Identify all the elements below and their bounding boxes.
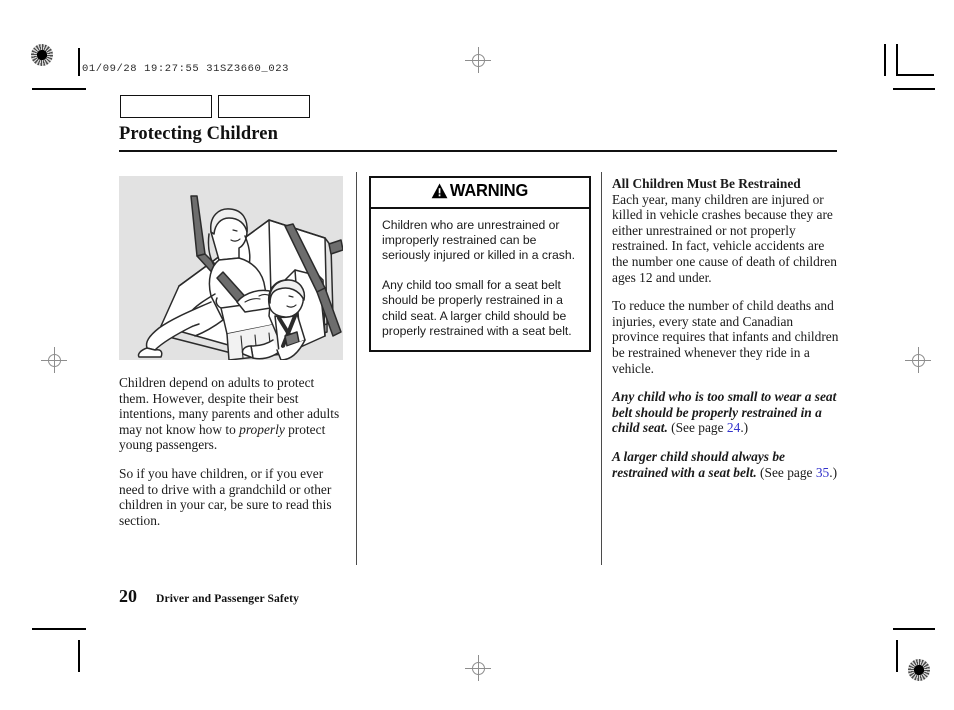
page-reference-1-see-suffix: .) [740,420,749,436]
section-tab-row [120,95,310,118]
right-column: All Children Must Be Restrained Each yea… [612,176,840,493]
column-divider-left [356,172,358,565]
footer-page-number: 20 [119,586,137,606]
left-paragraph-2: So if you have children, or if you ever … [119,465,332,528]
section-tab-2[interactable] [218,95,310,118]
page-reference-1: Any child who is too small to wear a sea… [612,389,840,436]
right-paragraph-2: To reduce the number of child deaths and… [612,298,839,376]
warning-triangle-icon [432,183,448,198]
warning-paragraph-2: Any child too small for a seat belt shou… [382,277,572,338]
manual-page: Protecting Children Children depend on a… [0,0,954,710]
page-reference-2: A larger child should always be restrain… [612,449,840,480]
warning-header-inner: WARNING [432,180,529,201]
warning-box-body: Children who are unrestrained or imprope… [371,209,589,351]
page-reference-2-see-suffix: .) [829,464,838,480]
page-footer: 20 Driver and Passenger Safety [119,586,299,607]
section-tab-1[interactable] [120,95,212,118]
right-column-heading: All Children Must Be Restrained [612,176,801,191]
left-paragraph-1-emphasis: properly [239,421,285,437]
warning-paragraph-1: Children who are unrestrained or imprope… [382,217,576,263]
column-divider-right [601,172,603,565]
page-reference-2-see-prefix: (See page [756,464,816,480]
warning-box: WARNING Children who are unrestrained or… [369,176,591,353]
right-paragraph-1: Each year, many children are injured or … [612,191,837,285]
rear-seat-child-restraint-illustration [119,176,343,360]
page-reference-1-link[interactable]: 24 [727,420,740,435]
footer-section-name: Driver and Passenger Safety [156,592,299,605]
page-reference-2-link[interactable]: 35 [816,465,829,480]
middle-column: WARNING Children who are unrestrained or… [369,176,591,353]
warning-box-header: WARNING [371,178,589,209]
page-title: Protecting Children [119,124,278,144]
warning-heading-text: WARNING [450,180,529,200]
left-paragraph-1: Children depend on adults to protect the… [119,375,343,453]
page-reference-1-see-prefix: (See page [667,420,727,436]
title-divider-rule [119,150,837,152]
left-column: Children depend on adults to protect the… [119,176,343,541]
